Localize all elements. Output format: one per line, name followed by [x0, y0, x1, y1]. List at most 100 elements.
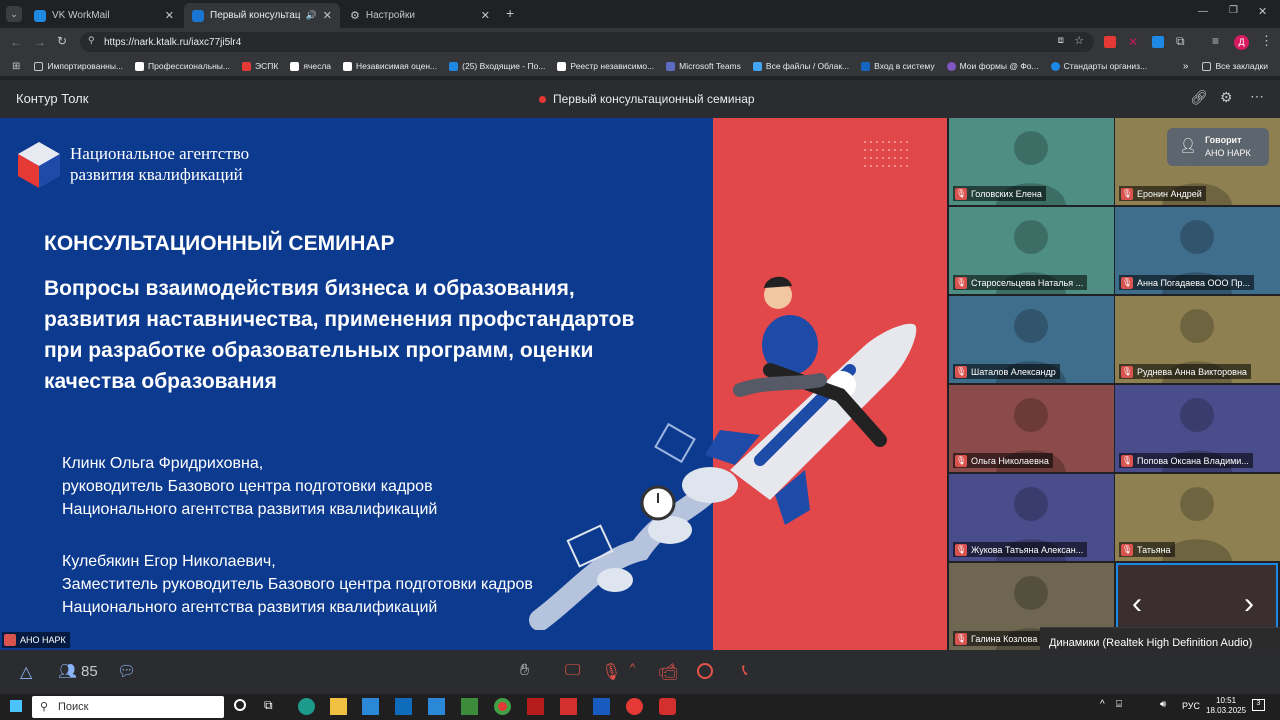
site-info-icon[interactable]: ⚲ — [88, 35, 95, 46]
people-icon: 👥︎ — [58, 663, 78, 680]
extension-icon-2[interactable]: ✕ — [1128, 35, 1138, 49]
restore-button[interactable]: ❐ — [1229, 5, 1238, 16]
more-icon[interactable]: ⋯ — [1250, 88, 1264, 105]
clock[interactable]: 10:51 18.03.2025 — [1206, 696, 1246, 716]
tab-title: Первый консультационны — [210, 10, 300, 21]
mail-icon[interactable] — [428, 698, 445, 715]
more-bookmarks-icon[interactable]: » — [1183, 61, 1189, 72]
participant-tile[interactable]: 🎙︎ Анна Погадаева ООО Пр... — [1115, 207, 1280, 294]
participants-count: 85 — [81, 662, 98, 680]
bookmark[interactable]: ячесла — [290, 61, 331, 71]
tab-vk-workmail[interactable]: VK WorkMail ✕ — [26, 3, 182, 28]
chevron-right-icon[interactable]: › — [1244, 587, 1254, 621]
extension-icon-3[interactable] — [1152, 36, 1164, 48]
bookmark[interactable]: (25) Входящие - По... — [449, 61, 545, 71]
extension-icon-1[interactable] — [1104, 36, 1116, 48]
slide-heading: КОНСУЛЬТАЦИОННЫЙ СЕМИНАР — [44, 232, 395, 255]
menu-icon[interactable]: ⋮ — [1260, 33, 1273, 49]
bookmark[interactable]: ЭСПК — [242, 61, 278, 71]
bookmark[interactable]: Все файлы / Облак... — [752, 61, 849, 71]
bookmark-label: Все закладки — [1215, 61, 1268, 71]
leave-call-icon[interactable]: 📞︎ — [742, 662, 748, 680]
speaker-2: Кулебякин Егор Николаевич, Заместитель р… — [62, 550, 533, 619]
close-icon[interactable]: ✕ — [323, 9, 332, 22]
store-icon[interactable] — [362, 698, 379, 715]
link-icon[interactable]: 🔗︎ — [1190, 89, 1208, 106]
participant-tile[interactable]: 🎙︎ Головских Елена — [949, 118, 1114, 205]
taskbar-search[interactable]: ⚲ Поиск — [32, 696, 224, 718]
participants-button[interactable]: 👥︎ 85 — [58, 662, 98, 681]
forward-icon[interactable]: → — [34, 35, 46, 49]
app-icon[interactable] — [527, 698, 544, 715]
outlook-icon[interactable] — [395, 698, 412, 715]
participant-label: 🎙︎ Татьяна — [1119, 542, 1175, 557]
apps-shapes-icon[interactable]: △ — [20, 662, 32, 682]
acrobat-icon[interactable] — [560, 698, 577, 715]
chevron-up-icon[interactable]: ^ — [630, 662, 635, 674]
bookmark[interactable]: Независимая оцен... — [343, 61, 437, 71]
word-icon[interactable] — [593, 698, 610, 715]
screen-share-icon[interactable]: 🖵︎ — [565, 662, 580, 680]
minimize-button[interactable]: — — [1198, 6, 1208, 17]
chevron-left-icon[interactable]: ‹ — [1132, 587, 1142, 621]
bookmark[interactable]: Импортированны... — [34, 61, 123, 71]
tab-search-button[interactable]: ⌄ — [6, 6, 22, 22]
raise-hand-icon[interactable]: ✋︎ — [520, 662, 529, 680]
address-bar[interactable]: ⚲ https://nark.ktalk.ru/iaxc77ji5lr4 ⧈ ☆ — [80, 32, 1094, 52]
participant-tile[interactable]: 🎙︎ Ольга Николаевна — [949, 385, 1114, 472]
tab-settings[interactable]: ⚙ Настройки ✕ — [342, 3, 498, 28]
bookmark[interactable]: Профессиональны... — [135, 61, 230, 71]
new-tab-button[interactable]: + — [506, 5, 514, 21]
reading-list-icon[interactable]: ≡ — [1212, 34, 1219, 48]
speaker-line: Национального агентства развития квалифи… — [62, 599, 438, 616]
network-icon[interactable]: ⌸ — [1116, 699, 1122, 710]
mic-off-icon: 🎙︎ — [955, 365, 967, 378]
speaker-icon[interactable]: 🔊 — [306, 10, 317, 21]
participant-tile[interactable]: 🎙︎ Руднева Анна Викторовна — [1115, 296, 1280, 383]
bookmark[interactable]: Вход в систему — [861, 61, 935, 71]
close-icon[interactable]: ✕ — [165, 9, 174, 22]
back-icon[interactable]: ← — [10, 35, 22, 49]
chat-icon[interactable]: 💬︎ — [117, 662, 136, 680]
chrome-icon[interactable] — [494, 698, 511, 715]
settings-icon[interactable]: ⚙ — [1220, 89, 1233, 106]
tab-meeting[interactable]: Первый консультационны 🔊 ✕ — [184, 3, 340, 28]
close-icon[interactable]: ✕ — [481, 9, 490, 22]
yandex-browser-icon[interactable] — [659, 698, 676, 715]
tray-chevron-icon[interactable]: ^ — [1100, 699, 1105, 710]
yandex-icon[interactable] — [626, 698, 643, 715]
bookmark-label: Microsoft Teams — [679, 61, 741, 71]
speaker-tray-icon[interactable]: 🔊︎ — [1160, 699, 1166, 710]
bookmark[interactable]: Стандарты организ... — [1050, 61, 1147, 71]
bookmark[interactable]: Реестр независимо... — [557, 61, 654, 71]
bookmark[interactable]: Мои формы @ Фо... — [946, 61, 1039, 71]
profile-avatar[interactable]: Д — [1234, 35, 1249, 50]
speaker-line: руководитель Базового центра подготовки … — [62, 478, 433, 495]
apps-icon[interactable]: ⊞ — [12, 61, 20, 72]
all-bookmarks[interactable]: Все закладки — [1202, 61, 1268, 71]
app-icon[interactable] — [461, 698, 478, 715]
reload-icon[interactable]: ↻ — [57, 34, 67, 48]
participant-tile[interactable]: 🎙︎ Шаталов Александр — [949, 296, 1114, 383]
record-icon[interactable] — [697, 663, 713, 679]
participant-tile[interactable]: 🎙︎ Татьяна — [1115, 474, 1280, 561]
language-indicator[interactable]: РУС — [1182, 701, 1200, 711]
bookmark-label: Независимая оцен... — [356, 61, 438, 71]
cortana-icon[interactable] — [234, 699, 246, 711]
notification-icon[interactable]: 3 — [1252, 699, 1265, 711]
task-view-icon[interactable]: ⧉ — [264, 698, 273, 713]
close-window-button[interactable]: ✕ — [1258, 5, 1267, 18]
mic-off-icon[interactable]: 🎙︎ — [601, 662, 621, 682]
extensions-icon[interactable]: ⧉ — [1176, 34, 1185, 49]
bookmark[interactable]: Microsoft Teams — [666, 61, 741, 71]
participant-tile[interactable]: 🎙︎ Жукова Татьяна Алексан... — [949, 474, 1114, 561]
participant-tile[interactable]: 🎙︎ Попова Оксана Владими... — [1115, 385, 1280, 472]
camera-off-icon[interactable]: 📹︎ — [658, 662, 678, 682]
bookmark-star-icon[interactable]: ☆ — [1074, 34, 1084, 47]
participant-tile[interactable]: 🎙︎ Старосельцева Наталья ... — [949, 207, 1114, 294]
windows-start-icon[interactable] — [10, 700, 22, 712]
participant-label: 🎙︎ Еронин Андрей — [1119, 186, 1206, 201]
install-app-icon[interactable]: ⧈ — [1058, 35, 1064, 46]
edge-icon[interactable] — [298, 698, 315, 715]
explorer-icon[interactable] — [330, 698, 347, 715]
